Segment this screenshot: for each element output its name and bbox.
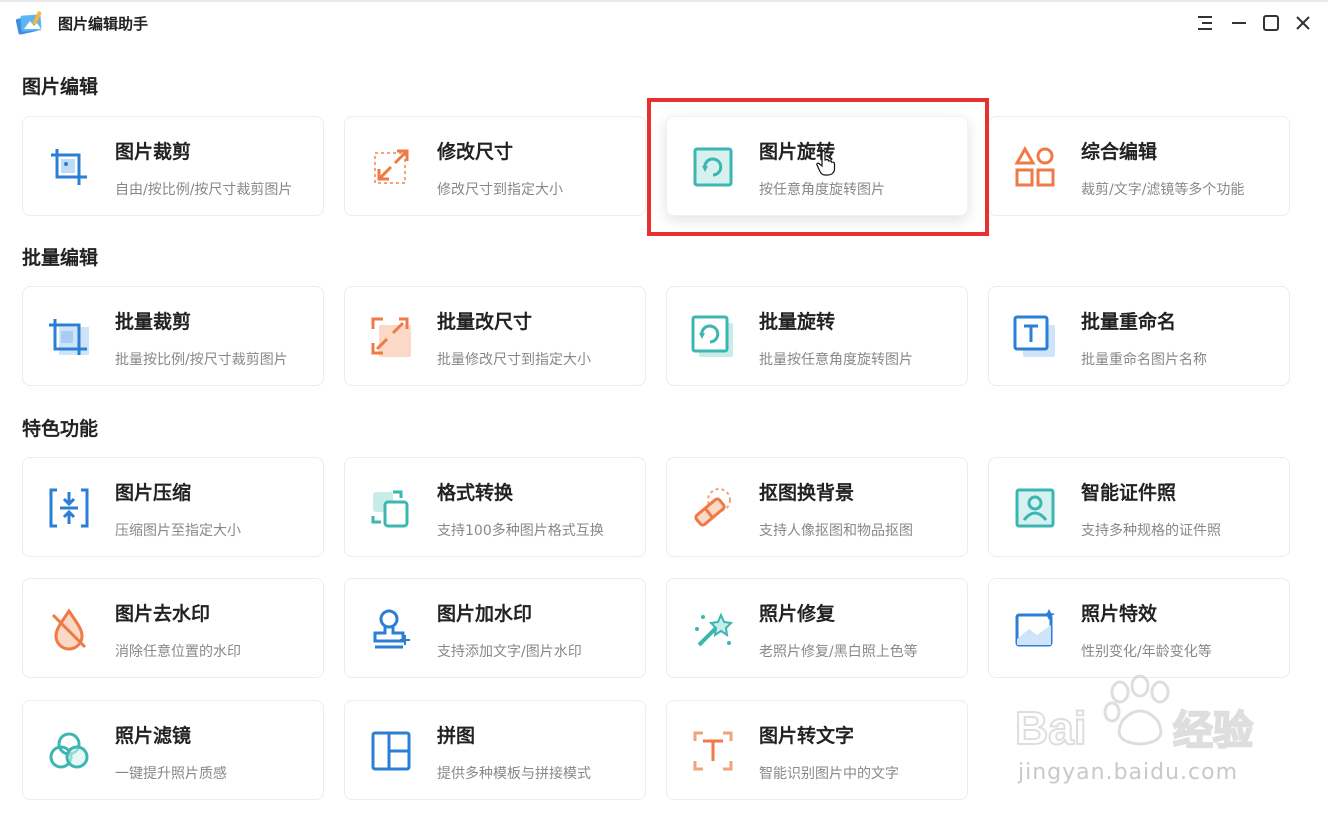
card-title: 批量重命名 xyxy=(1081,311,1177,333)
card-desc: 压缩图片至指定大小 xyxy=(115,523,241,539)
app-title: 图片编辑助手 xyxy=(58,15,149,33)
card-title: 照片修复 xyxy=(759,603,836,625)
card-title: 批量裁剪 xyxy=(115,311,192,333)
card-title: 综合编辑 xyxy=(1081,141,1158,163)
card-title: 图片去水印 xyxy=(115,603,211,625)
app-logo-icon xyxy=(15,11,42,35)
card-desc: 自由/按比例/按尺寸裁剪图片 xyxy=(115,182,293,198)
eraser-icon xyxy=(694,488,731,527)
card-desc: 一键提升照片质感 xyxy=(115,766,227,782)
card-photo-effects[interactable]: 照片特效 性别变化/年龄变化等 xyxy=(988,578,1290,678)
card-add-watermark[interactable]: 图片加水印 支持添加文字/图片水印 xyxy=(344,578,646,678)
ocr-text-icon xyxy=(693,731,733,771)
card-title: 图片加水印 xyxy=(437,603,533,625)
maximize-icon xyxy=(1263,15,1279,31)
card-title: 批量旋转 xyxy=(759,311,836,333)
card-desc: 提供多种模板与拼接模式 xyxy=(437,766,591,782)
card-photo-restore[interactable]: 照片修复 老照片修复/黑白照上色等 xyxy=(666,578,968,678)
card-title: 修改尺寸 xyxy=(437,141,514,163)
card-title: 照片特效 xyxy=(1081,603,1158,625)
card-desc: 老照片修复/黑白照上色等 xyxy=(759,644,918,660)
crop-icon xyxy=(51,149,87,185)
magic-wand-icon xyxy=(695,612,734,647)
minimize-icon xyxy=(1232,22,1246,24)
card-title: 图片转文字 xyxy=(759,725,855,747)
batch-crop-icon xyxy=(49,319,89,355)
card-photo-filter[interactable]: 照片滤镜 一键提升照片质感 xyxy=(22,700,324,800)
card-desc: 批量重命名图片名称 xyxy=(1081,352,1207,368)
card-title: 图片压缩 xyxy=(115,482,192,504)
card-cutout-background[interactable]: 抠图换背景 支持人像抠图和物品抠图 xyxy=(666,457,968,557)
maximize-button[interactable] xyxy=(1260,12,1282,34)
watermark-url: jingyan.baidu.com xyxy=(1018,760,1239,785)
filter-circles-icon xyxy=(49,732,89,769)
card-remove-watermark[interactable]: 图片去水印 消除任意位置的水印 xyxy=(22,578,324,678)
card-title: 照片滤镜 xyxy=(115,725,192,747)
svg-text:经验: 经验 xyxy=(1173,708,1253,754)
card-format-convert[interactable]: 格式转换 支持100多种图片格式互换 xyxy=(344,457,646,557)
card-title: 抠图换背景 xyxy=(759,482,855,504)
card-title: 图片裁剪 xyxy=(115,141,192,163)
card-resize[interactable]: 修改尺寸 修改尺寸到指定大小 xyxy=(344,116,646,216)
card-desc: 消除任意位置的水印 xyxy=(115,644,241,660)
stamp-icon xyxy=(373,609,410,649)
card-title: 格式转换 xyxy=(437,482,514,504)
card-id-photo[interactable]: 智能证件照 支持多种规格的证件照 xyxy=(988,457,1290,557)
close-icon xyxy=(1296,16,1310,30)
batch-rotate-icon xyxy=(691,315,733,357)
id-photo-icon xyxy=(1015,488,1055,528)
card-desc: 批量按任意角度旋转图片 xyxy=(759,352,913,368)
card-crop[interactable]: 图片裁剪 自由/按比例/按尺寸裁剪图片 xyxy=(22,116,324,216)
hand-cursor-icon xyxy=(816,150,836,176)
card-desc: 性别变化/年龄变化等 xyxy=(1081,644,1212,660)
card-batch-resize[interactable]: 批量改尺寸 批量修改尺寸到指定大小 xyxy=(344,286,646,386)
card-desc: 支持多种规格的证件照 xyxy=(1081,523,1221,539)
menu-button[interactable] xyxy=(1194,12,1216,34)
image-effects-icon xyxy=(1015,609,1055,647)
collage-grid-icon xyxy=(371,731,411,771)
text-rename-icon xyxy=(1013,315,1055,357)
compress-icon xyxy=(49,488,89,528)
card-desc: 支持100多种图片格式互换 xyxy=(437,523,604,539)
card-desc: 支持添加文字/图片水印 xyxy=(437,644,582,660)
card-batch-crop[interactable]: 批量裁剪 批量按比例/按尺寸裁剪图片 xyxy=(22,286,324,386)
section-title-features: 特色功能 xyxy=(22,418,99,440)
card-composite-edit[interactable]: 综合编辑 裁剪/文字/滤镜等多个功能 xyxy=(988,116,1290,216)
card-title: 拼图 xyxy=(437,725,476,747)
card-compress[interactable]: 图片压缩 压缩图片至指定大小 xyxy=(22,457,324,557)
section-title-image-edit: 图片编辑 xyxy=(22,76,99,98)
card-batch-rename[interactable]: 批量重命名 批量重命名图片名称 xyxy=(988,286,1290,386)
card-desc: 修改尺寸到指定大小 xyxy=(437,182,563,198)
format-convert-icon xyxy=(371,490,409,528)
card-image-to-text[interactable]: 图片转文字 智能识别图片中的文字 xyxy=(666,700,968,800)
card-title: 智能证件照 xyxy=(1081,482,1177,504)
batch-resize-icon xyxy=(371,317,411,357)
card-desc: 批量修改尺寸到指定大小 xyxy=(437,352,591,368)
card-desc: 裁剪/文字/滤镜等多个功能 xyxy=(1081,182,1245,198)
title-bar: 图片编辑助手 xyxy=(0,0,1328,46)
card-desc: 支持人像抠图和物品抠图 xyxy=(759,523,913,539)
menu-icon xyxy=(1198,16,1212,30)
remove-watermark-icon xyxy=(51,608,87,651)
shapes-icon xyxy=(1014,145,1055,187)
resize-icon xyxy=(374,149,409,184)
section-title-batch-edit: 批量编辑 xyxy=(22,247,99,269)
card-collage[interactable]: 拼图 提供多种模板与拼接模式 xyxy=(344,700,646,800)
minimize-button[interactable] xyxy=(1228,12,1250,34)
card-desc: 智能识别图片中的文字 xyxy=(759,766,899,782)
svg-text:Bai: Bai xyxy=(1015,702,1087,754)
close-button[interactable] xyxy=(1292,12,1314,34)
card-desc: 批量按比例/按尺寸裁剪图片 xyxy=(115,352,288,368)
card-title: 批量改尺寸 xyxy=(437,311,533,333)
card-batch-rotate[interactable]: 批量旋转 批量按任意角度旋转图片 xyxy=(666,286,968,386)
